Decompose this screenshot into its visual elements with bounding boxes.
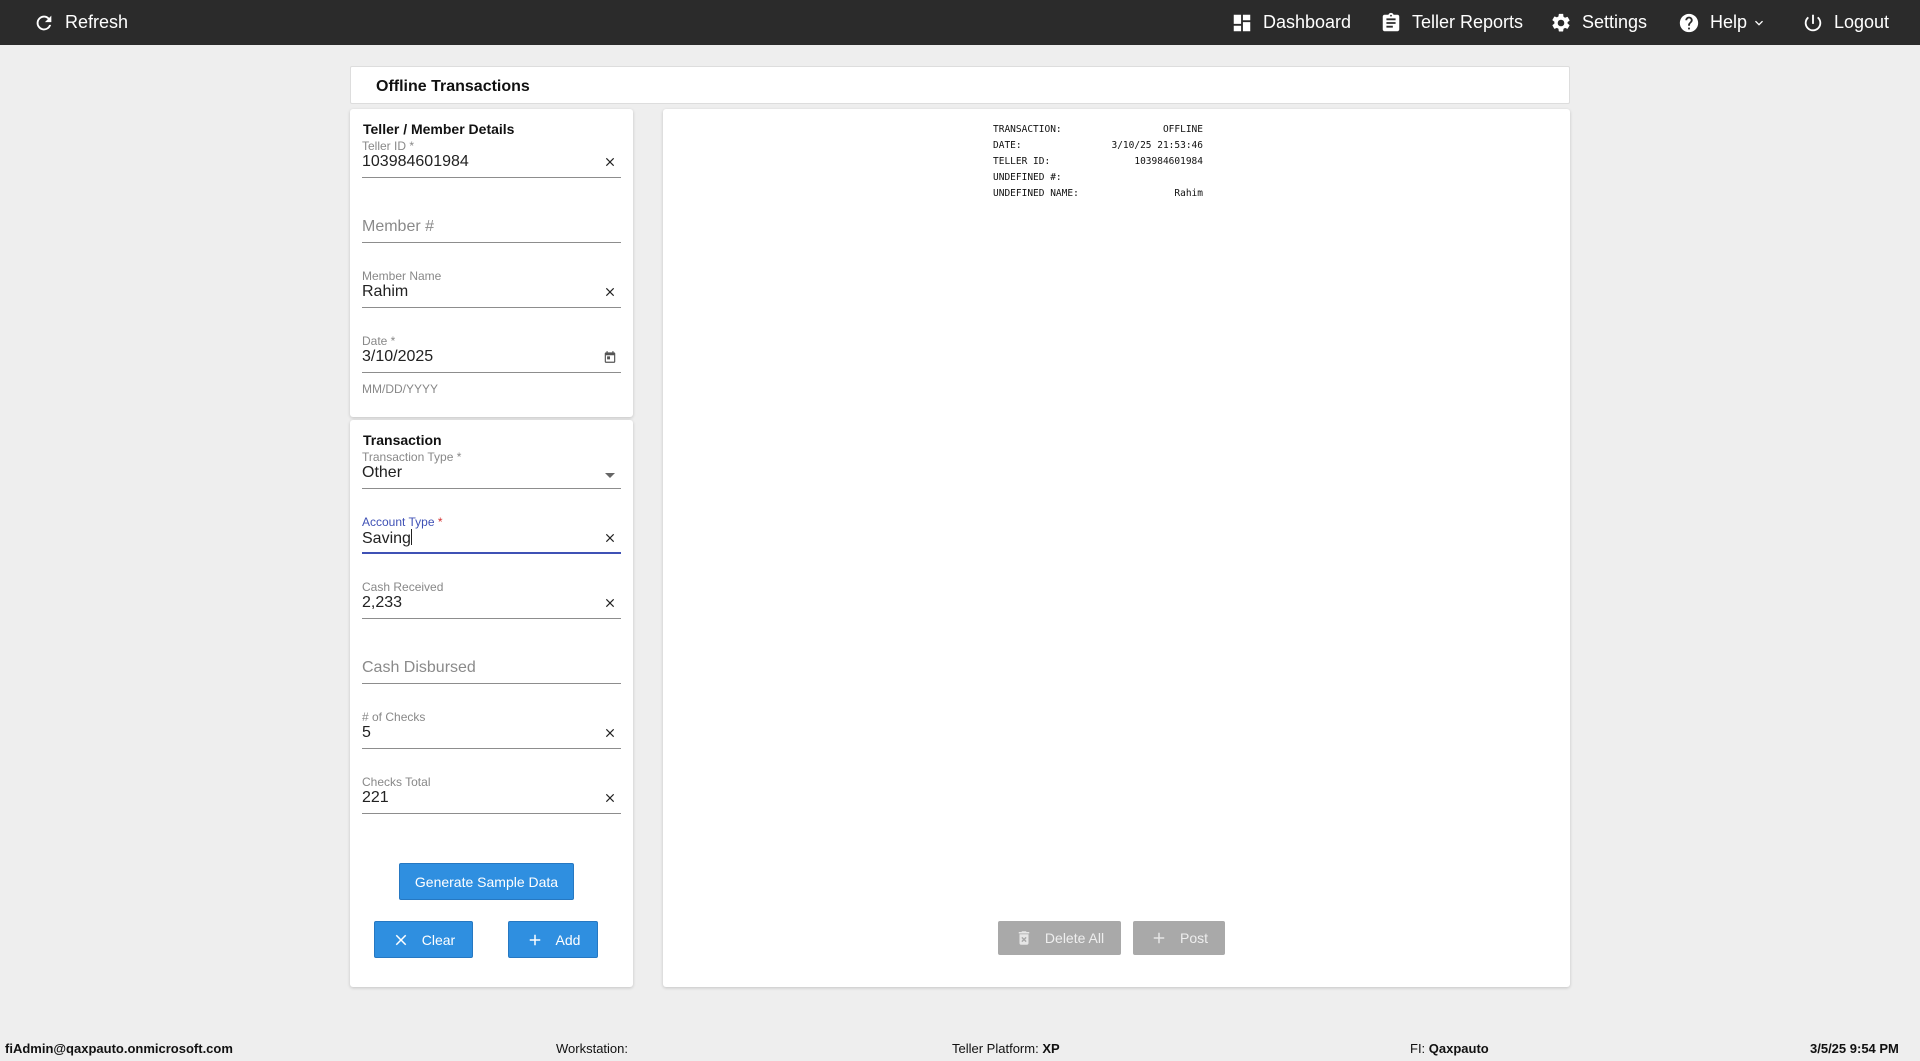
add-label: Add [555, 931, 581, 948]
receipt-row: UNDEFINED #: [993, 172, 1062, 183]
nav-dashboard[interactable]: Dashboard [1231, 0, 1351, 45]
transaction-panel: Transaction Transaction Type * Other Acc… [350, 420, 633, 987]
clear-icon[interactable] [603, 791, 617, 805]
dashboard-icon [1233, 14, 1251, 31]
nav-logout-label: Logout [1834, 12, 1890, 32]
user-email: fiAdmin@qaxpauto.onmicrosoft.com [5, 1041, 233, 1056]
underline [362, 242, 621, 243]
delete-all-button[interactable]: Delete All [998, 921, 1121, 955]
fi-name: FI: Qaxpauto [1410, 1041, 1489, 1056]
refresh-button[interactable]: Refresh [33, 0, 128, 45]
dropdown-arrow-icon[interactable] [605, 473, 615, 478]
member-details-panel: Teller / Member Details Teller ID * 1039… [350, 109, 633, 417]
generate-sample-data-button[interactable]: Generate Sample Data [399, 863, 574, 900]
clear-icon[interactable] [603, 726, 617, 740]
plus-icon [1153, 932, 1165, 944]
chevron-down-icon [1755, 20, 1764, 26]
nav-dashboard-label: Dashboard [1263, 12, 1352, 32]
clear-icon[interactable] [603, 155, 617, 169]
teller-id-label: Teller ID * [362, 139, 415, 153]
nav-logout[interactable]: Logout [1802, 0, 1889, 45]
teller-id-value[interactable]: 103984601984 [362, 153, 469, 171]
receipt: TRANSACTION: OFFLINE DATE: 3/10/25 21:53:4… [993, 122, 1203, 202]
teller-platform: Teller Platform: XP [952, 1041, 1060, 1056]
generate-sample-data-label: Generate Sample Data [414, 873, 559, 890]
underline [362, 372, 621, 373]
cash-received-label: Cash Received [362, 580, 444, 594]
nav-teller-reports-label: Teller Reports [1412, 12, 1524, 32]
delete-all-label: Delete All [1044, 930, 1105, 946]
trash-icon [1018, 931, 1030, 945]
post-button[interactable]: Post [1133, 921, 1225, 955]
cash-received-value[interactable]: 2,233 [362, 594, 402, 612]
date-format-hint: MM/DD/YYYY [362, 382, 439, 396]
refresh-label: Refresh [65, 12, 129, 32]
top-nav-bar: Refresh Dashboard Teller Reports Setting… [0, 0, 1920, 45]
plus-icon [529, 934, 540, 945]
close-icon [395, 934, 407, 945]
underline [362, 683, 621, 684]
member-section-title: Teller / Member Details [363, 121, 515, 137]
status-bar: fiAdmin@qaxpauto.onmicrosoft.com Worksta… [0, 1037, 1920, 1061]
receipt-row: UNDEFINED NAME: Rahim [993, 188, 1203, 199]
nav-teller-reports[interactable]: Teller Reports [1380, 0, 1523, 45]
page-header-card: Offline Transactions [350, 66, 1570, 104]
clear-icon[interactable] [603, 596, 617, 610]
refresh-icon [36, 15, 52, 30]
transaction-type-value[interactable]: Other [362, 464, 402, 482]
num-checks-label: # of Checks [362, 710, 426, 724]
clear-button[interactable]: Clear [374, 921, 473, 958]
receipt-preview-panel: TRANSACTION: OFFLINE DATE: 3/10/25 21:53:4… [663, 109, 1570, 987]
transaction-type-label: Transaction Type * [362, 450, 462, 464]
page-title: Offline Transactions [376, 78, 530, 95]
underline [362, 177, 621, 178]
underline [362, 488, 621, 489]
member-number-placeholder[interactable]: Member # [362, 218, 434, 236]
underline [362, 618, 621, 619]
receipt-row: DATE: 3/10/25 21:53:46 [993, 140, 1203, 151]
clear-label: Clear [421, 931, 456, 948]
member-name-label: Member Name [362, 269, 442, 283]
nav-help-label: Help [1710, 12, 1748, 32]
nav-help[interactable]: Help [1678, 0, 1767, 45]
date-value[interactable]: 3/10/2025 [362, 348, 433, 366]
clear-icon[interactable] [603, 531, 617, 545]
add-button[interactable]: Add [508, 921, 598, 958]
account-type-label: Account Type * [362, 515, 443, 529]
gear-icon [1552, 13, 1570, 31]
workstation-label: Workstation: [556, 1041, 629, 1056]
checks-total-label: Checks Total [362, 775, 431, 789]
nav-settings[interactable]: Settings [1550, 0, 1647, 45]
underline [362, 813, 621, 814]
help-icon [1679, 13, 1699, 32]
member-name-value[interactable]: Rahim [362, 283, 408, 301]
power-icon [1804, 14, 1822, 31]
num-checks-value[interactable]: 5 [362, 724, 371, 742]
nav-settings-label: Settings [1582, 12, 1648, 32]
transaction-section-title: Transaction [363, 432, 442, 448]
underline [362, 307, 621, 308]
status-datetime: 3/5/25 9:54 PM [1810, 1041, 1899, 1056]
receipt-row: TELLER ID: 103984601984 [993, 156, 1203, 167]
date-label: Date * [362, 334, 396, 348]
clear-icon[interactable] [603, 285, 617, 299]
receipt-row: TRANSACTION: OFFLINE [993, 124, 1203, 135]
clipboard-icon [1382, 12, 1400, 31]
account-type-value[interactable]: Saving [362, 529, 412, 548]
cash-disbursed-placeholder[interactable]: Cash Disbursed [362, 659, 476, 677]
checks-total-value[interactable]: 221 [362, 789, 389, 807]
calendar-icon[interactable] [603, 350, 617, 364]
post-label: Post [1179, 930, 1208, 946]
underline-focused [362, 552, 621, 554]
underline [362, 748, 621, 749]
